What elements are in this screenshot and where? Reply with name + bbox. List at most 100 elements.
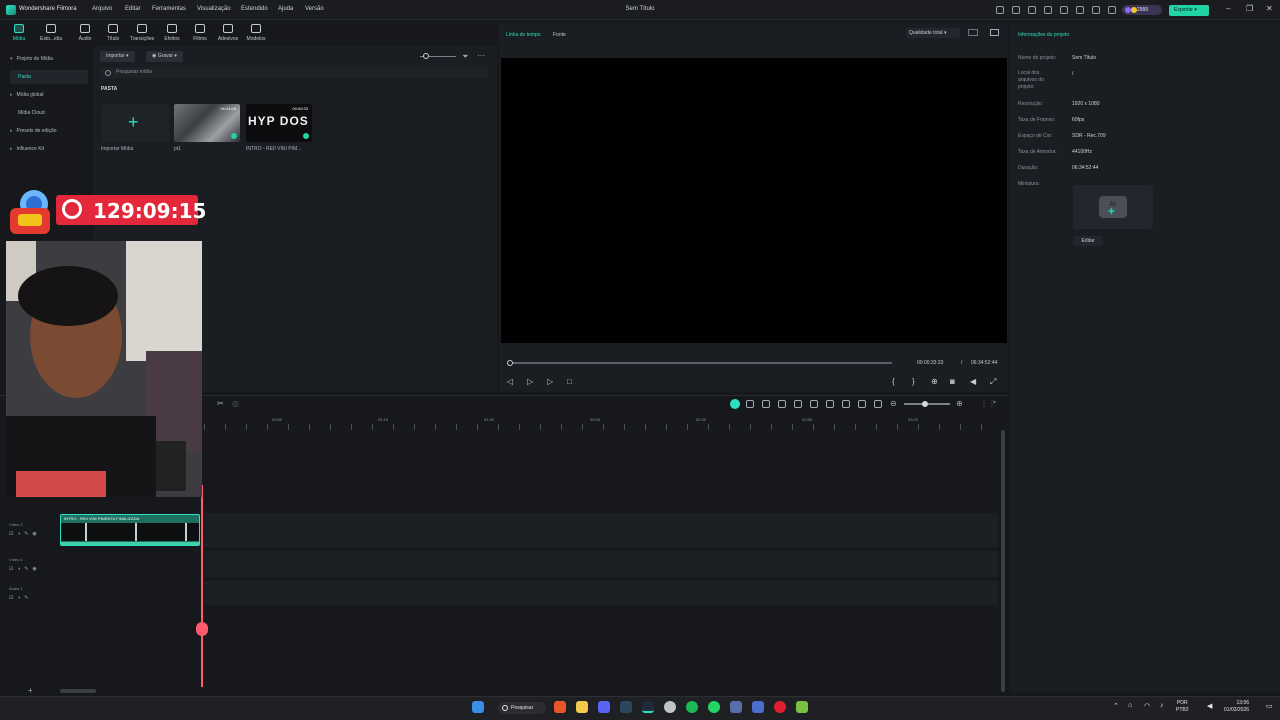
spotify-icon[interactable] xyxy=(686,701,698,713)
track-controls[interactable]: ⊡◑✎ xyxy=(9,595,32,601)
ai-assistant-icon[interactable] xyxy=(730,399,740,409)
track-controls[interactable]: ⊡◑✎◉ xyxy=(9,566,41,572)
sidebar-item-influence-kit[interactable]: ▸ Influence Kit xyxy=(10,146,44,152)
tl-shield-icon[interactable] xyxy=(810,400,818,408)
zoom-out-icon[interactable]: ⊖ xyxy=(890,399,897,408)
brave-browser-icon[interactable] xyxy=(554,701,566,713)
chatgpt-icon[interactable] xyxy=(664,701,676,713)
tab-filtros[interactable]: Filtros xyxy=(187,22,213,44)
fullscreen-icon[interactable]: ⤢ xyxy=(990,377,996,387)
taskbar-clock[interactable]: 13:06 01/03/2026 xyxy=(1224,700,1249,714)
steam-icon[interactable] xyxy=(620,701,632,713)
slider-knob[interactable] xyxy=(423,53,429,59)
tab-stock-media[interactable]: Esto...idia xyxy=(38,22,64,44)
close-icon[interactable]: ✕ xyxy=(1266,4,1273,13)
headset-icon[interactable] xyxy=(1092,6,1100,14)
playhead-handle[interactable] xyxy=(196,622,208,636)
track-controls[interactable]: ⊡◑✎◉ xyxy=(9,531,41,537)
save-icon[interactable] xyxy=(1044,6,1052,14)
volume-icon[interactable]: ◀ xyxy=(970,377,976,386)
restore-icon[interactable]: ❐ xyxy=(1246,4,1253,13)
more-options-icon[interactable]: ⋯ xyxy=(477,51,485,60)
play-frame-icon[interactable]: ▷ xyxy=(527,377,533,386)
camera-icon[interactable] xyxy=(1076,6,1084,14)
tl-speed-icon[interactable] xyxy=(794,400,802,408)
tray-speaker-icon[interactable]: ◀ xyxy=(1207,702,1212,710)
tl-link-icon[interactable] xyxy=(746,400,754,408)
tab-midia[interactable]: Mídia xyxy=(6,22,32,44)
tl-crop-icon[interactable] xyxy=(778,400,786,408)
tray-network-icon[interactable]: ⌂ xyxy=(1128,702,1132,709)
tl-split-icon[interactable] xyxy=(762,400,770,408)
obs-icon[interactable] xyxy=(774,701,786,713)
grid-icon[interactable] xyxy=(968,29,978,36)
minimize-icon[interactable]: – xyxy=(1226,4,1230,13)
layout-icon[interactable] xyxy=(1060,6,1068,14)
tray-wifi-icon[interactable]: ◠ xyxy=(1144,702,1150,710)
preview-scrubber[interactable] xyxy=(510,362,892,364)
media-item-pt1[interactable]: 06:41:08 xyxy=(174,104,240,142)
edit-thumbnail-button[interactable]: Editar xyxy=(1073,236,1103,246)
tab-titulo[interactable]: Título xyxy=(100,22,126,44)
quality-dropdown[interactable]: Qualidade total ▾ xyxy=(906,28,960,38)
step-back-icon[interactable]: ◁ xyxy=(507,377,513,386)
tray-mic-icon[interactable]: ♪ xyxy=(1160,702,1164,709)
upload-icon[interactable] xyxy=(1012,6,1020,14)
tab-audio[interactable]: Áudio xyxy=(72,22,98,44)
tl-mixer-icon[interactable] xyxy=(842,400,850,408)
tab-adesivos[interactable]: Adesivos xyxy=(215,22,241,44)
timeline-clip-intro[interactable]: INTRO - REII VINI PIMENTA FINALIZADA xyxy=(60,514,200,546)
zoom-slider-knob[interactable] xyxy=(921,401,928,407)
remote-desktop-icon[interactable] xyxy=(752,701,764,713)
zoom-preview-icon[interactable]: ⊕ xyxy=(931,377,938,386)
record-button[interactable]: ◉ Gravar ▾ xyxy=(146,51,183,62)
keyboard-language[interactable]: POR PTB2 xyxy=(1176,700,1189,714)
export-button[interactable]: Exportar ▾ xyxy=(1169,5,1209,16)
preview-screen[interactable] xyxy=(501,58,1007,343)
track-video-2[interactable] xyxy=(204,513,998,547)
stop-icon[interactable]: □ xyxy=(567,377,572,386)
snapshot-icon[interactable]: ◙ xyxy=(950,377,955,386)
gift-icon[interactable] xyxy=(996,6,1004,14)
add-track-icon[interactable]: + xyxy=(28,686,33,695)
monitor-icon[interactable] xyxy=(1028,6,1036,14)
tab-efeitos[interactable]: Efeitos xyxy=(159,22,185,44)
sidebar-item-projeto[interactable]: ▾ Projeto de Mídia xyxy=(10,56,53,62)
filmora-taskbar-icon[interactable] xyxy=(642,701,654,713)
vpn-icon[interactable] xyxy=(730,701,742,713)
tl-mic-icon[interactable] xyxy=(826,400,834,408)
play-icon[interactable]: ▷ xyxy=(547,377,553,386)
image-icon[interactable] xyxy=(990,29,999,36)
timeline-vertical-scrollbar[interactable] xyxy=(1001,430,1005,692)
timeline-more-icon[interactable]: ▾ xyxy=(993,399,996,406)
sidebar-item-pasta[interactable]: Pasta xyxy=(18,74,31,80)
timeline-ruler[interactable] xyxy=(204,424,998,430)
mark-out-icon[interactable]: } xyxy=(912,377,915,386)
tab-source-preview[interactable]: Fonte xyxy=(553,32,566,38)
bell-icon[interactable] xyxy=(1108,6,1116,14)
notes-icon[interactable] xyxy=(796,701,808,713)
zoom-in-icon[interactable]: ⊕ xyxy=(956,399,963,408)
file-explorer-icon[interactable] xyxy=(576,701,588,713)
tab-transicoes[interactable]: Transições xyxy=(129,22,155,44)
sidebar-item-presets[interactable]: ▸ Presets de edição xyxy=(10,128,57,134)
taskbar-search[interactable]: Pesquisar xyxy=(498,702,546,714)
sidebar-item-midia-global[interactable]: ▸ Mídia global xyxy=(10,92,43,98)
tray-chevron-icon[interactable]: ⌃ xyxy=(1113,702,1119,710)
tl-screen-icon[interactable] xyxy=(858,400,866,408)
playhead[interactable] xyxy=(201,485,203,687)
media-item-intro[interactable]: 00:00:33 HYP DOS xyxy=(246,104,312,142)
media-search-input[interactable]: Pesquisar mídia xyxy=(100,67,488,78)
scrubber-knob[interactable] xyxy=(507,360,513,366)
track-video-1[interactable] xyxy=(204,551,998,577)
discord-icon[interactable] xyxy=(598,701,610,713)
tab-timeline-preview[interactable]: Linha do tempo xyxy=(506,32,540,38)
timeline-horizontal-scrollbar[interactable] xyxy=(60,689,96,693)
tl-caption-icon[interactable] xyxy=(874,400,882,408)
notifications-icon[interactable]: ▭ xyxy=(1266,702,1273,710)
filter-icon[interactable]: ⏷ xyxy=(462,52,468,62)
mark-in-icon[interactable]: { xyxy=(892,377,895,386)
whatsapp-icon[interactable] xyxy=(708,701,720,713)
track-audio-1[interactable] xyxy=(204,581,998,605)
sidebar-item-midia-cloud[interactable]: Mídia Cloud xyxy=(18,110,45,116)
